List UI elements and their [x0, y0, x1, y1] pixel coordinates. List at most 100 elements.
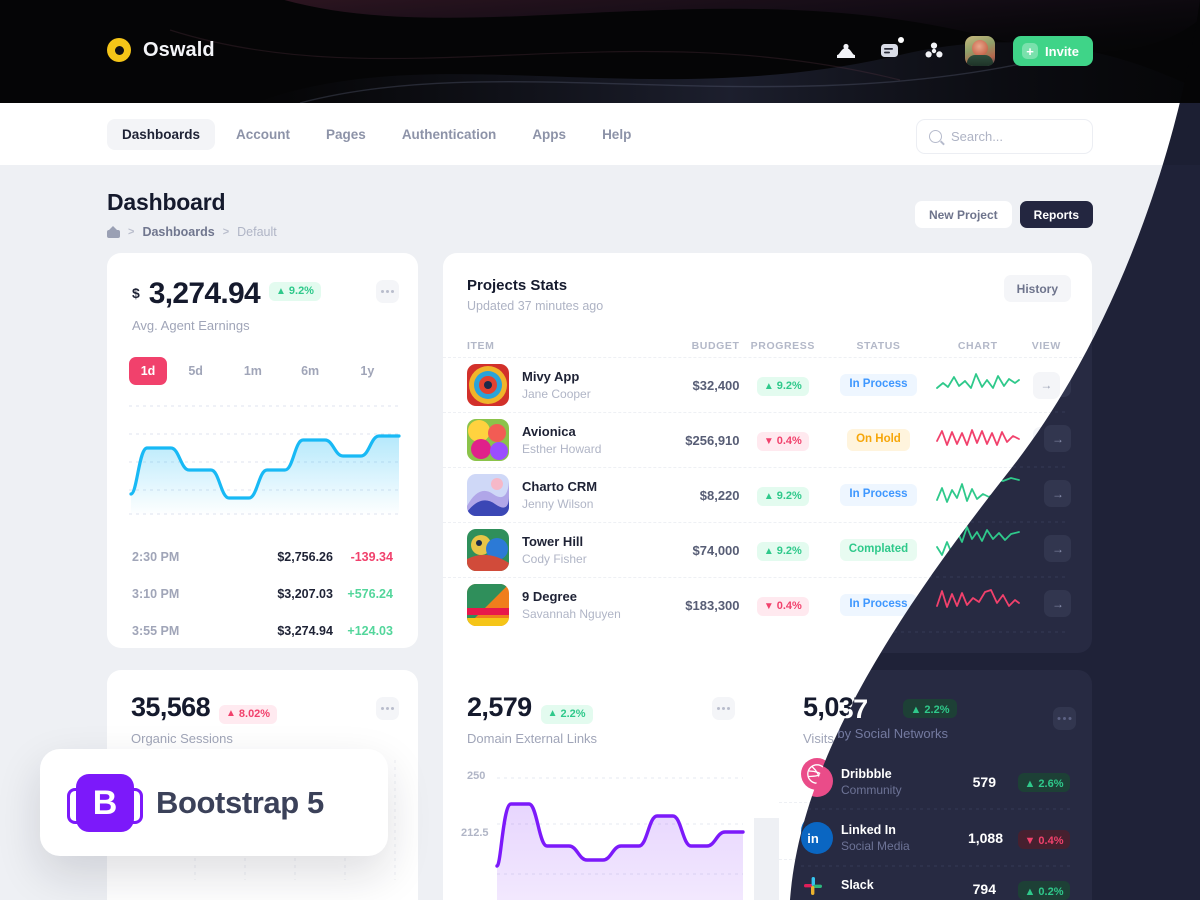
projects-title: Projects Stats [467, 277, 568, 294]
breadcrumb-item-dashboards[interactable]: Dashboards [142, 225, 214, 239]
brand-name: Oswald [143, 38, 215, 61]
social-change-value: 0.2% [1037, 883, 1063, 895]
links-change-value: 2.2% [560, 707, 586, 720]
share-icon[interactable] [921, 38, 947, 64]
arrow-down-icon: ▼ [763, 600, 774, 612]
nav-item-pages[interactable]: Pages [311, 119, 381, 150]
social-value: 5,037 [803, 692, 868, 722]
social-visits: 1,088 [972, 823, 1009, 839]
table-row[interactable]: 9 Degree Savannah Nguyen $183,300 ▼ 0.4%… [443, 577, 1092, 632]
arrow-up-icon: ▲ [763, 380, 774, 392]
earnings-change-value: 9.2% [288, 285, 314, 297]
project-progress-badge: ▲ 9.2% [756, 377, 809, 396]
earnings-subtitle: Avg. Agent Earnings [132, 318, 250, 333]
project-budget: $256,910 [685, 432, 740, 448]
arrow-up-icon: ▲ [1025, 769, 1035, 780]
more-options-icon[interactable] [1050, 697, 1073, 720]
arrow-up-icon: ▲ [275, 285, 286, 297]
earnings-row-time: 3:55 PM [132, 623, 180, 638]
earnings-amount: 3,274.94 [148, 277, 261, 310]
arrow-up-icon: ▲ [883, 708, 894, 719]
nav-item-authentication[interactable]: Authentication [387, 119, 512, 150]
social-visits-card: 5,037 ▲ 2.2% Visits by Social Networks D… [779, 670, 1092, 900]
list-item[interactable]: Dribbble Community 579 ▲ 2.6% [779, 745, 1092, 802]
list-item[interactable]: Slack Messenger 794 ▲ 0.2% [779, 859, 1092, 900]
new-project-button[interactable]: New Project [914, 201, 1012, 228]
breadcrumb-separator: > [222, 226, 230, 238]
messages-badge [898, 37, 905, 43]
projects-table-header: ITEM BUDGET PROGRESS STATUS CHART VIEW [443, 335, 1092, 357]
breadcrumb-separator: > [128, 226, 135, 238]
column-item: ITEM [467, 340, 495, 352]
more-options-icon[interactable] [712, 697, 735, 720]
arrow-right-icon[interactable]: → [1032, 426, 1060, 454]
list-item[interactable]: Linked In Social Media 1,088 ▼ 0.4% [779, 802, 1092, 859]
nav-item-help[interactable]: Help [587, 119, 646, 150]
project-name: Mivy App [522, 369, 580, 384]
sessions-change-value: 8.02% [238, 707, 271, 720]
reports-button[interactable]: Reports [1019, 201, 1093, 228]
user-avatar[interactable] [965, 36, 996, 66]
notifications-icon[interactable] [833, 38, 859, 64]
project-owner: Esther Howard [522, 442, 602, 456]
project-progress-badge: ▲ 9.2% [756, 542, 809, 561]
arrow-up-icon: ▲ [763, 490, 774, 502]
table-row[interactable]: Avionica Esther Howard $256,910 ▼ 0.4% O… [443, 412, 1092, 467]
social-visits: 794 [984, 880, 1009, 896]
project-thumbnail [467, 364, 509, 406]
range-tab-6m[interactable]: 6m [282, 357, 339, 385]
table-row[interactable]: Tower Hill Cody Fisher $74,000 ▲ 9.2% Co… [443, 522, 1092, 577]
project-sparkline [931, 588, 1025, 623]
more-options-icon[interactable] [376, 280, 399, 303]
project-progress-value: 0.4% [776, 435, 802, 447]
range-tabs: 1d 5d 1m 6m 1y [107, 333, 418, 385]
top-actions: + Invite [833, 36, 1093, 66]
project-thumbnail [467, 529, 509, 571]
social-change-badge: ▲ 0.2% [1018, 880, 1070, 899]
slack-icon [801, 872, 833, 900]
more-options-icon[interactable] [376, 697, 399, 720]
range-tab-1d[interactable]: 1d [129, 357, 167, 385]
sessions-kpi: 35,568 ▲ 8.02% [107, 670, 418, 724]
range-tab-5d[interactable]: 5d [167, 357, 224, 385]
breadcrumb: > Dashboards > Default [107, 225, 277, 239]
range-tab-1y[interactable]: 1y [339, 357, 396, 385]
page-title: Dashboard [107, 189, 226, 215]
nav-item-dashboards[interactable]: Dashboards [107, 119, 216, 150]
project-name: Charto CRM [522, 479, 598, 494]
social-change-badge: ▲ 2.6% [1018, 765, 1070, 785]
arrow-right-icon[interactable]: → [1032, 536, 1060, 564]
project-name: 9 Degree [522, 589, 577, 604]
linkedin-icon [801, 815, 833, 847]
social-desc: Social Media [845, 832, 914, 846]
social-change-value: 2.2% [896, 707, 922, 720]
status-badge: Complated [839, 539, 918, 561]
project-budget: $183,300 [685, 597, 740, 613]
earnings-row-value: $3,207.03 [277, 586, 333, 601]
arrow-right-icon[interactable]: → [1032, 371, 1060, 399]
table-row[interactable]: Charto CRM Jenny Wilson $8,220 ▲ 9.2% In… [443, 467, 1092, 522]
links-chart [443, 756, 754, 900]
project-sparkline [931, 533, 1025, 568]
ring-icon [107, 38, 131, 62]
brand[interactable]: Oswald [107, 38, 215, 62]
links-kpi: 2,579 ▲ 2.2% [443, 670, 754, 724]
social-name: Linked In [845, 816, 900, 830]
home-icon[interactable] [107, 226, 120, 238]
breadcrumb-item-default: Default [237, 225, 277, 239]
nav-items: Dashboards Account Pages Authentication … [107, 119, 646, 150]
messages-icon[interactable] [877, 37, 905, 64]
nav-item-apps[interactable]: Apps [517, 119, 581, 150]
column-status: STATUS [856, 340, 901, 352]
search-icon [929, 130, 942, 143]
arrow-right-icon[interactable]: → [1032, 591, 1060, 619]
project-progress-badge: ▼ 0.4% [756, 432, 809, 451]
table-row[interactable]: Mivy App Jane Cooper $32,400 ▲ 9.2% In P… [443, 357, 1092, 412]
invite-button[interactable]: + Invite [1013, 36, 1093, 66]
invite-label: Invite [1045, 43, 1079, 59]
history-button[interactable]: History [1003, 275, 1071, 302]
nav-item-account[interactable]: Account [221, 119, 305, 150]
range-tab-1m[interactable]: 1m [224, 357, 281, 385]
arrow-right-icon[interactable]: → [1032, 481, 1060, 509]
search-input[interactable]: Search... [916, 119, 1093, 154]
